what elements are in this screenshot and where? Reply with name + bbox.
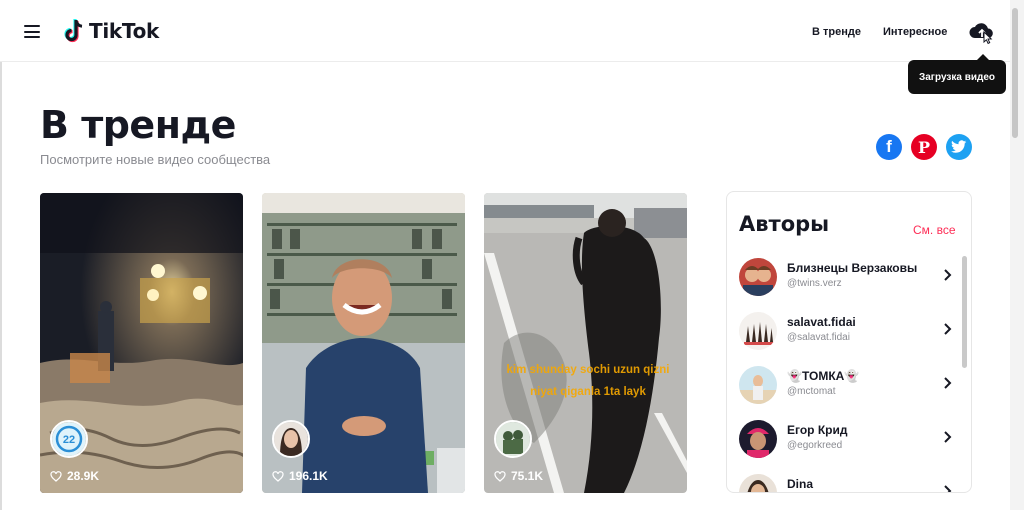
page-subtitle: Посмотрите новые видео сообщества <box>40 152 271 167</box>
pinterest-share-icon[interactable]: P <box>911 134 937 160</box>
twitter-bird-icon <box>951 140 967 153</box>
like-count: 196.1K <box>272 469 328 483</box>
author-item[interactable]: Близнецы Верзаковы @twins.verz <box>727 252 963 306</box>
avatar <box>739 474 777 492</box>
authors-panel: Авторы См. все Близнецы Верзаковы @twins… <box>726 191 972 493</box>
avatar <box>739 258 777 296</box>
author-name: Dina <box>787 477 814 491</box>
logo-text: TikTok <box>89 19 160 43</box>
window-edge <box>0 0 2 510</box>
author-name: 👻ТОМКА👻 <box>787 369 859 383</box>
tiktok-note-icon <box>64 19 83 43</box>
author-name-text: ТОМКА <box>801 369 845 383</box>
like-count: 28.9K <box>50 469 99 483</box>
avatar <box>739 420 777 458</box>
upload-tooltip-text: Загрузка видео <box>918 71 996 83</box>
avatar <box>739 366 777 404</box>
author-item[interactable]: 👻ТОМКА👻 @mctomat <box>727 360 963 414</box>
facebook-glyph: f <box>886 137 892 156</box>
tiktok-trending-page: TikTok В тренде Интересное Загрузка виде… <box>0 0 1024 510</box>
see-all-link[interactable]: См. все <box>913 223 956 237</box>
svg-text:22: 22 <box>63 434 75 446</box>
author-handle: @twins.verz <box>787 278 842 289</box>
chevron-right-icon <box>944 323 952 335</box>
video-caption: kim shunday sochi uzun qizni niyat qigan… <box>506 364 670 398</box>
author-item[interactable]: salavat.fidai @salavat.fidai <box>727 306 963 360</box>
heart-icon <box>272 470 284 482</box>
author-name: Егор Крид <box>787 423 848 437</box>
chevron-right-icon <box>944 377 952 389</box>
nav-discover[interactable]: Интересное <box>883 26 947 38</box>
upload-tooltip: Загрузка видео <box>908 54 1006 94</box>
author-name: Близнецы Верзаковы <box>787 261 918 275</box>
avatar-icon[interactable] <box>494 420 532 458</box>
hamburger-menu-icon[interactable] <box>24 25 40 38</box>
upload-cloud-icon[interactable] <box>968 20 996 46</box>
like-count-text: 75.1K <box>511 469 544 483</box>
author-handle: @salavat.fidai <box>787 332 850 343</box>
ghost-icon: 👻 <box>844 369 860 383</box>
top-header: TikTok В тренде Интересное <box>0 0 1010 62</box>
heart-icon <box>50 470 62 482</box>
author-handle: @mctomat <box>787 386 836 397</box>
chevron-right-icon <box>944 485 952 492</box>
pinterest-glyph: P <box>917 137 931 157</box>
author-handle: @egorkreed <box>787 440 843 451</box>
ghost-icon: 👻 <box>787 369 802 383</box>
facebook-share-icon[interactable]: f <box>876 134 902 160</box>
chevron-right-icon <box>944 269 952 281</box>
like-count-text: 196.1K <box>289 469 328 483</box>
avatar-badge-icon[interactable]: 22 <box>50 420 88 458</box>
page-scrollbar-thumb[interactable] <box>1012 8 1018 138</box>
twitter-share-icon[interactable] <box>946 134 972 160</box>
nav-trending[interactable]: В тренде <box>812 26 861 38</box>
video-card[interactable]: kim shunday sochi uzun qizni niyat qigan… <box>484 193 687 493</box>
video-card[interactable]: 196.1K <box>262 193 465 493</box>
avatar-icon[interactable] <box>272 420 310 458</box>
like-count-text: 28.9K <box>67 469 100 483</box>
author-name: salavat.fidai <box>787 315 856 329</box>
avatar <box>739 312 777 350</box>
like-count: 75.1K <box>494 469 543 483</box>
author-item[interactable]: Егор Крид @egorkreed <box>727 414 963 468</box>
authors-title: Авторы <box>739 212 830 236</box>
heart-icon <box>494 470 506 482</box>
chevron-right-icon <box>944 431 952 443</box>
tiktok-logo[interactable]: TikTok <box>64 18 159 44</box>
page-title: В тренде <box>40 103 236 147</box>
author-item[interactable]: Dina <box>727 468 963 492</box>
video-card[interactable]: 22 28.9K <box>40 193 243 493</box>
